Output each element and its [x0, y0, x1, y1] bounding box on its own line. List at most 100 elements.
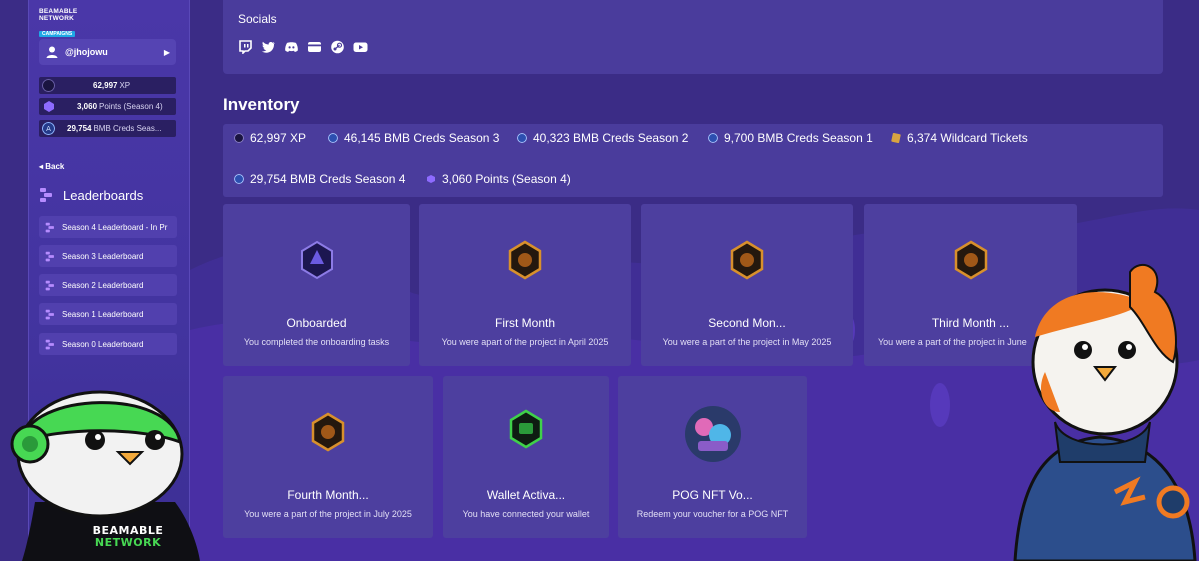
- wallet-badge-icon: [509, 409, 543, 449]
- leaderboard-icon: [40, 188, 52, 202]
- points-icon: [427, 175, 435, 183]
- back-link[interactable]: ◂ Back: [39, 162, 64, 171]
- achievement-title: Fourth Month...: [287, 488, 369, 502]
- stat-value: 29,754: [67, 124, 92, 133]
- third-month-badge-icon: [954, 240, 987, 280]
- logo-tag: CAMPAIGNS: [39, 31, 76, 37]
- leaderboard-icon: [45, 339, 54, 349]
- leaderboard-label: Season 1 Leaderboard: [62, 309, 144, 319]
- inventory-item-xp: 62,997 XP: [234, 131, 306, 145]
- achievement-desc: You have connected your wallet: [462, 509, 590, 519]
- user-profile-button[interactable]: @jhojowu ▶: [39, 39, 176, 65]
- twitter-icon[interactable]: [261, 40, 276, 54]
- achievement-card-second-month[interactable]: Second Mon... You were a part of the pro…: [641, 204, 853, 366]
- pog-nft-badge-icon: [684, 406, 741, 462]
- inventory-item-label: 9,700 BMB Creds Season 1: [724, 131, 873, 145]
- logo-line1: BEAMABLE: [39, 8, 78, 15]
- wallet-icon[interactable]: [307, 40, 322, 54]
- second-month-badge-icon: [730, 240, 764, 280]
- achievement-desc: You were a part of the project in May 20…: [662, 337, 832, 347]
- leaderboards-label: Leaderboards: [63, 187, 144, 203]
- socials-title: Socials: [238, 12, 277, 26]
- username: @jhojowu: [65, 47, 108, 57]
- penguin-mascot-orange-astronaut: [1013, 263, 1197, 561]
- leaderboard-icon: [45, 251, 54, 261]
- leaderboard-label: Season 2 Leaderboard: [62, 280, 144, 290]
- inventory-item-label: 40,323 BMB Creds Season 2: [533, 131, 689, 145]
- achievement-desc: You were apart of the project in April 2…: [441, 337, 609, 347]
- stat-unit: BMB Creds Seas...: [93, 124, 162, 133]
- inventory-item-bmb-s2: 40,323 BMB Creds Season 2: [517, 131, 688, 145]
- achievement-desc: You completed the onboarding tasks: [243, 337, 390, 347]
- bmb-icon: [328, 133, 338, 143]
- leaderboard-label: Season 0 Leaderboard: [62, 339, 144, 349]
- xp-icon: [234, 133, 244, 143]
- leaderboards-heading: Leaderboards: [39, 187, 143, 203]
- xp-icon: [42, 79, 55, 92]
- inventory-item-label: 6,374 Wildcard Tickets: [907, 131, 1028, 145]
- logo-line2: NETWORK: [39, 15, 74, 22]
- svg-text:A: A: [46, 125, 51, 133]
- leaderboard-season-1[interactable]: Season 1 Leaderboard: [39, 303, 177, 325]
- inventory-item-points: 3,060 Points (Season 4): [426, 172, 571, 186]
- achievement-card-wallet-activated[interactable]: Wallet Activa... You have connected your…: [443, 376, 609, 538]
- bmb-icon: A: [42, 122, 55, 135]
- first-month-badge-icon: [508, 240, 542, 280]
- leaderboard-season-0[interactable]: Season 0 Leaderboard: [39, 333, 177, 355]
- socials-icons: [238, 40, 368, 55]
- discord-icon[interactable]: [284, 40, 299, 54]
- steam-icon[interactable]: [330, 40, 345, 54]
- socials-panel: Socials: [223, 0, 1163, 74]
- stat-value: 62,997: [93, 81, 118, 90]
- stat-bmb-creds: A 29,754 BMB Creds Seas...: [39, 120, 176, 137]
- achievement-card-first-month[interactable]: First Month You were apart of the projec…: [419, 204, 631, 366]
- inventory-title: Inventory: [223, 95, 300, 114]
- bmb-icon: [708, 133, 718, 143]
- beamable-logo[interactable]: BEAMABLE NETWORK CAMPAIGNS: [39, 8, 79, 37]
- inventory-item-bmb-s3: 46,145 BMB Creds Season 3: [328, 131, 499, 145]
- inventory-item-wildcard: 6,374 Wildcard Tickets: [891, 131, 1028, 145]
- achievement-title: First Month: [494, 316, 555, 330]
- back-label: Back: [45, 162, 65, 171]
- leaderboard-icon: [45, 280, 54, 290]
- mascot-shirt-line2: NETWORK: [94, 536, 162, 549]
- stat-xp: 62,997 XP: [39, 77, 176, 94]
- leaderboard-season-2[interactable]: Season 2 Leaderboard: [39, 274, 177, 296]
- leaderboard-icon: [45, 309, 54, 319]
- stat-unit: Points (Season 4): [99, 102, 163, 111]
- inventory-item-label: 3,060 Points (Season 4): [442, 172, 571, 186]
- leaderboard-icon: [45, 222, 54, 232]
- youtube-icon[interactable]: [353, 40, 368, 54]
- stat-unit: XP: [119, 81, 131, 90]
- inventory-item-label: 29,754 BMB Creds Season 4: [250, 172, 406, 186]
- achievement-title: Second Mon...: [708, 316, 786, 330]
- bmb-icon: [517, 133, 527, 143]
- fourth-month-badge-icon: [311, 412, 345, 452]
- inventory-item-label: 46,145 BMB Creds Season 3: [344, 131, 500, 145]
- inventory-item-bmb-s1: 9,700 BMB Creds Season 1: [708, 131, 873, 145]
- points-icon: [44, 101, 54, 112]
- bmb-icon: [234, 174, 244, 184]
- inventory-item-label: 62,997 XP: [250, 131, 307, 145]
- leaderboard-label: Season 4 Leaderboard - In Pr: [62, 222, 168, 232]
- achievement-desc: Redeem your voucher for a POG NFT: [636, 509, 789, 519]
- achievement-card-onboarded[interactable]: Onboarded You completed the onboarding t…: [223, 204, 410, 366]
- leaderboard-season-4[interactable]: Season 4 Leaderboard - In Pr: [39, 216, 177, 238]
- achievement-desc: You were a part of the project in July 2…: [244, 509, 412, 519]
- leaderboard-season-3[interactable]: Season 3 Leaderboard: [39, 245, 177, 267]
- twitch-icon[interactable]: [238, 40, 253, 55]
- stat-value: 3,060: [77, 102, 98, 111]
- chevron-right-icon: ▶: [163, 47, 170, 57]
- achievement-title: Wallet Activa...: [486, 488, 566, 502]
- achievement-card-pog-nft-voucher[interactable]: POG NFT Vo... Redeem your voucher for a …: [618, 376, 807, 538]
- ticket-icon: [891, 133, 901, 143]
- mascot-shirt-text: BEAMABLE NETWORK: [88, 525, 168, 549]
- leaderboard-label: Season 3 Leaderboard: [62, 251, 144, 261]
- user-icon: [46, 46, 58, 58]
- achievement-title: Onboarded: [286, 316, 347, 330]
- onboarded-badge-icon: [300, 240, 333, 280]
- inventory-bar: 62,997 XP 46,145 BMB Creds Season 3 40,3…: [223, 124, 1163, 197]
- achievement-card-fourth-month[interactable]: Fourth Month... You were a part of the p…: [223, 376, 433, 538]
- stat-points: 3,060 Points (Season 4): [39, 98, 176, 115]
- inventory-item-bmb-s4: 29,754 BMB Creds Season 4: [234, 172, 405, 186]
